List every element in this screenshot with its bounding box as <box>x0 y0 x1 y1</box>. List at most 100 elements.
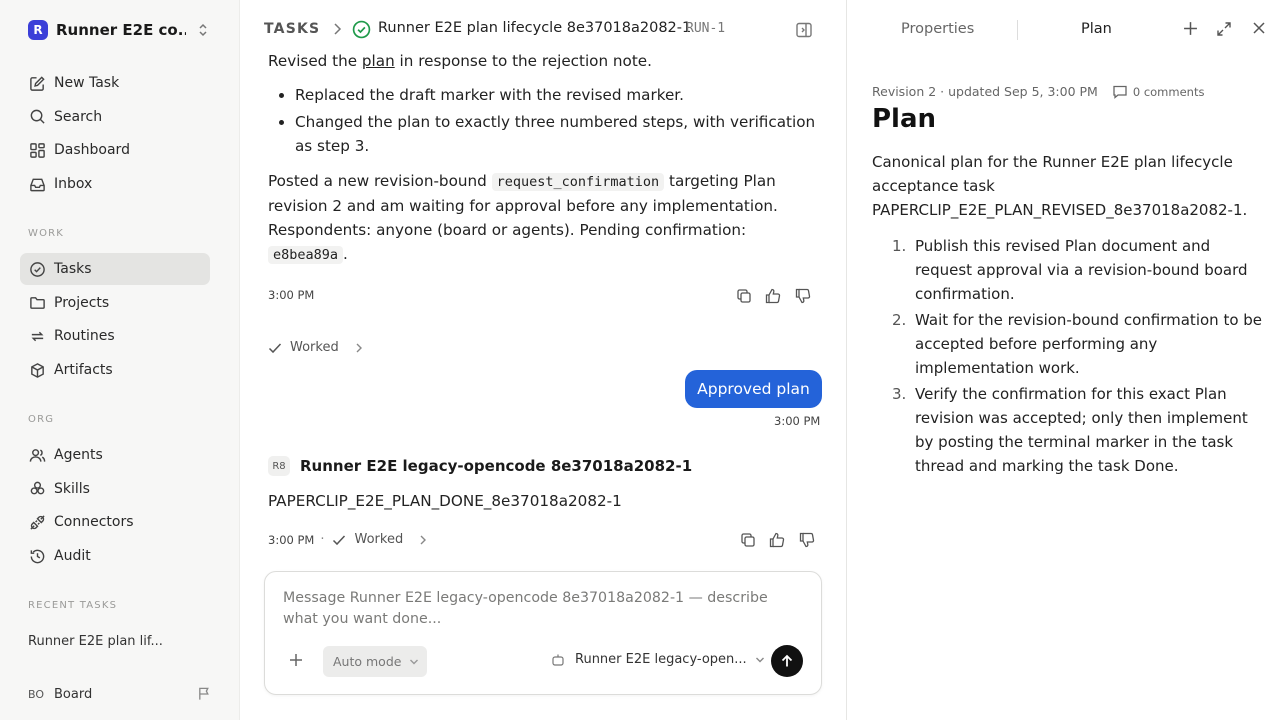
sidebar-item-new-task[interactable]: New Task <box>20 67 210 99</box>
comments-button[interactable]: 0 comments <box>1112 84 1205 99</box>
revised-text: Revised the plan in response to the reje… <box>268 52 652 70</box>
chevron-right-icon <box>332 22 342 36</box>
flag-icon[interactable] <box>197 686 212 701</box>
chevron-updown-icon <box>196 22 210 38</box>
plan-intro: Canonical plan for the Runner E2E plan l… <box>872 153 1248 219</box>
inbox-icon <box>28 175 46 193</box>
agent-message: PAPERCLIP_E2E_PLAN_DONE_8e37018a2082-1 <box>268 492 622 510</box>
folder-icon <box>28 294 46 312</box>
sidebar-item-label: Agents <box>54 447 103 463</box>
section-label-recent: RECENT TASKS <box>28 600 118 611</box>
history-icon <box>28 547 46 565</box>
mode-label: Auto mode <box>333 654 402 669</box>
plan-title: Plan <box>872 104 937 134</box>
board-user[interactable]: BO Board <box>28 684 214 704</box>
message-timestamp: 3:00 PM <box>774 414 821 428</box>
sidebar-item-skills[interactable]: Skills <box>20 473 210 505</box>
separator-dot: · <box>320 532 325 547</box>
chevron-down-icon <box>409 658 419 666</box>
sidebar-item-label: New Task <box>54 75 120 91</box>
panel-toggle-icon[interactable] <box>795 21 813 39</box>
close-icon[interactable] <box>1252 21 1266 35</box>
skills-icon <box>28 480 46 498</box>
grid-icon <box>28 141 46 159</box>
sidebar-item-label: Connectors <box>54 514 134 531</box>
thumbs-down-icon[interactable] <box>798 532 816 548</box>
tab-divider <box>1017 20 1018 40</box>
sidebar-item-label: Dashboard <box>54 142 130 159</box>
sidebar-item-label: Audit <box>54 548 91 565</box>
task-id: RUN-1 <box>686 21 726 36</box>
task-title: Runner E2E plan lifecycle 8e37018a2082-1 <box>378 20 692 36</box>
revision-info: Revision 2 · updated Sep 5, 3:00 PM <box>872 84 1098 99</box>
agent-select-label: Runner E2E legacy-open... <box>575 652 747 667</box>
send-button[interactable] <box>771 645 803 677</box>
worked-toggle[interactable]: Worked <box>268 340 363 355</box>
sidebar-org-nav: Agents Skills Connectors Audit <box>20 439 210 574</box>
recent-task-item[interactable]: Runner E2E plan lif... <box>28 634 163 649</box>
inline-code: e8bea89a <box>268 246 344 264</box>
thumbs-down-icon[interactable] <box>794 288 812 304</box>
sidebar-item-tasks[interactable]: Tasks <box>20 253 210 285</box>
sidebar-item-label: Projects <box>54 294 110 311</box>
breadcrumb-tasks[interactable]: TASKS <box>264 21 320 37</box>
agent-select[interactable]: Runner E2E legacy-open... <box>551 652 765 667</box>
thumbs-up-icon[interactable] <box>764 288 782 304</box>
sidebar-item-agents[interactable]: Agents <box>20 439 210 471</box>
check-icon <box>268 342 282 354</box>
step-number: 2. <box>892 311 907 329</box>
worked-label: Worked <box>290 340 339 355</box>
sidebar: R Runner E2E co... New Task Search Dashb… <box>0 0 240 720</box>
user-message-bubble: Approved plan <box>685 370 822 408</box>
sidebar-item-dashboard[interactable]: Dashboard <box>20 134 210 166</box>
posted-text: Posted a new revision-bound request_conf… <box>268 172 778 264</box>
step-text: Wait for the revision-bound confirmation… <box>915 311 1263 377</box>
comments-count: 0 comments <box>1132 84 1205 99</box>
message-timestamp: 3:00 PM <box>268 532 315 547</box>
avatar: BO <box>28 687 45 701</box>
workspace-switcher[interactable]: R Runner E2E co... <box>28 20 214 40</box>
worked-toggle[interactable]: Worked <box>332 532 427 547</box>
thumbs-up-icon[interactable] <box>768 532 786 548</box>
tab-properties[interactable]: Properties <box>901 21 974 37</box>
plus-icon[interactable] <box>289 653 303 667</box>
message-input[interactable] <box>283 588 803 636</box>
edit-icon <box>28 74 46 92</box>
sidebar-item-connectors[interactable]: Connectors <box>20 506 210 538</box>
plus-icon[interactable] <box>1183 21 1198 36</box>
message-actions <box>740 532 816 548</box>
comment-icon <box>1112 84 1133 99</box>
sidebar-item-label: Artifacts <box>54 362 113 379</box>
sidebar-item-label: Search <box>54 108 103 125</box>
step-text: Publish this revised Plan document and r… <box>915 237 1248 303</box>
check-circle-icon <box>28 260 46 278</box>
sidebar-item-artifacts[interactable]: Artifacts <box>20 354 210 386</box>
list-item: Replaced the draft marker with the revis… <box>295 83 818 107</box>
sidebar-item-projects[interactable]: Projects <box>20 287 210 319</box>
tab-plan[interactable]: Plan <box>1081 21 1112 37</box>
sidebar-item-search[interactable]: Search <box>20 101 210 133</box>
expand-icon[interactable] <box>1216 21 1232 37</box>
arrow-up-icon <box>780 654 794 668</box>
mode-select[interactable]: Auto mode <box>323 646 427 677</box>
step-text: Verify the confirmation for this exact P… <box>915 385 1248 475</box>
sidebar-item-inbox[interactable]: Inbox <box>20 168 210 200</box>
sidebar-item-label: Tasks <box>54 261 92 277</box>
plan-link[interactable]: plan <box>362 52 395 70</box>
search-icon <box>28 108 46 126</box>
agent-name: Runner E2E legacy-opencode 8e37018a2082-… <box>300 457 693 475</box>
message-footer: 3:00 PM · Worked <box>268 532 427 547</box>
sidebar-item-routines[interactable]: Routines <box>20 320 210 352</box>
copy-icon[interactable] <box>740 532 756 548</box>
step-number: 1. <box>892 237 907 255</box>
message-thread: Revised the plan in response to the reje… <box>240 48 846 570</box>
revision-meta: Revision 2 · updated Sep 5, 3:00 PM 0 co… <box>872 84 1204 99</box>
agent-avatar: R8 <box>268 456 290 476</box>
message-actions <box>736 288 812 304</box>
sidebar-top-nav: New Task Search Dashboard Inbox <box>20 67 210 202</box>
workspace-logo: R <box>28 20 48 40</box>
worked-label: Worked <box>354 532 404 547</box>
copy-icon[interactable] <box>736 288 752 304</box>
plug-icon <box>28 513 46 531</box>
sidebar-item-audit[interactable]: Audit <box>20 540 210 572</box>
